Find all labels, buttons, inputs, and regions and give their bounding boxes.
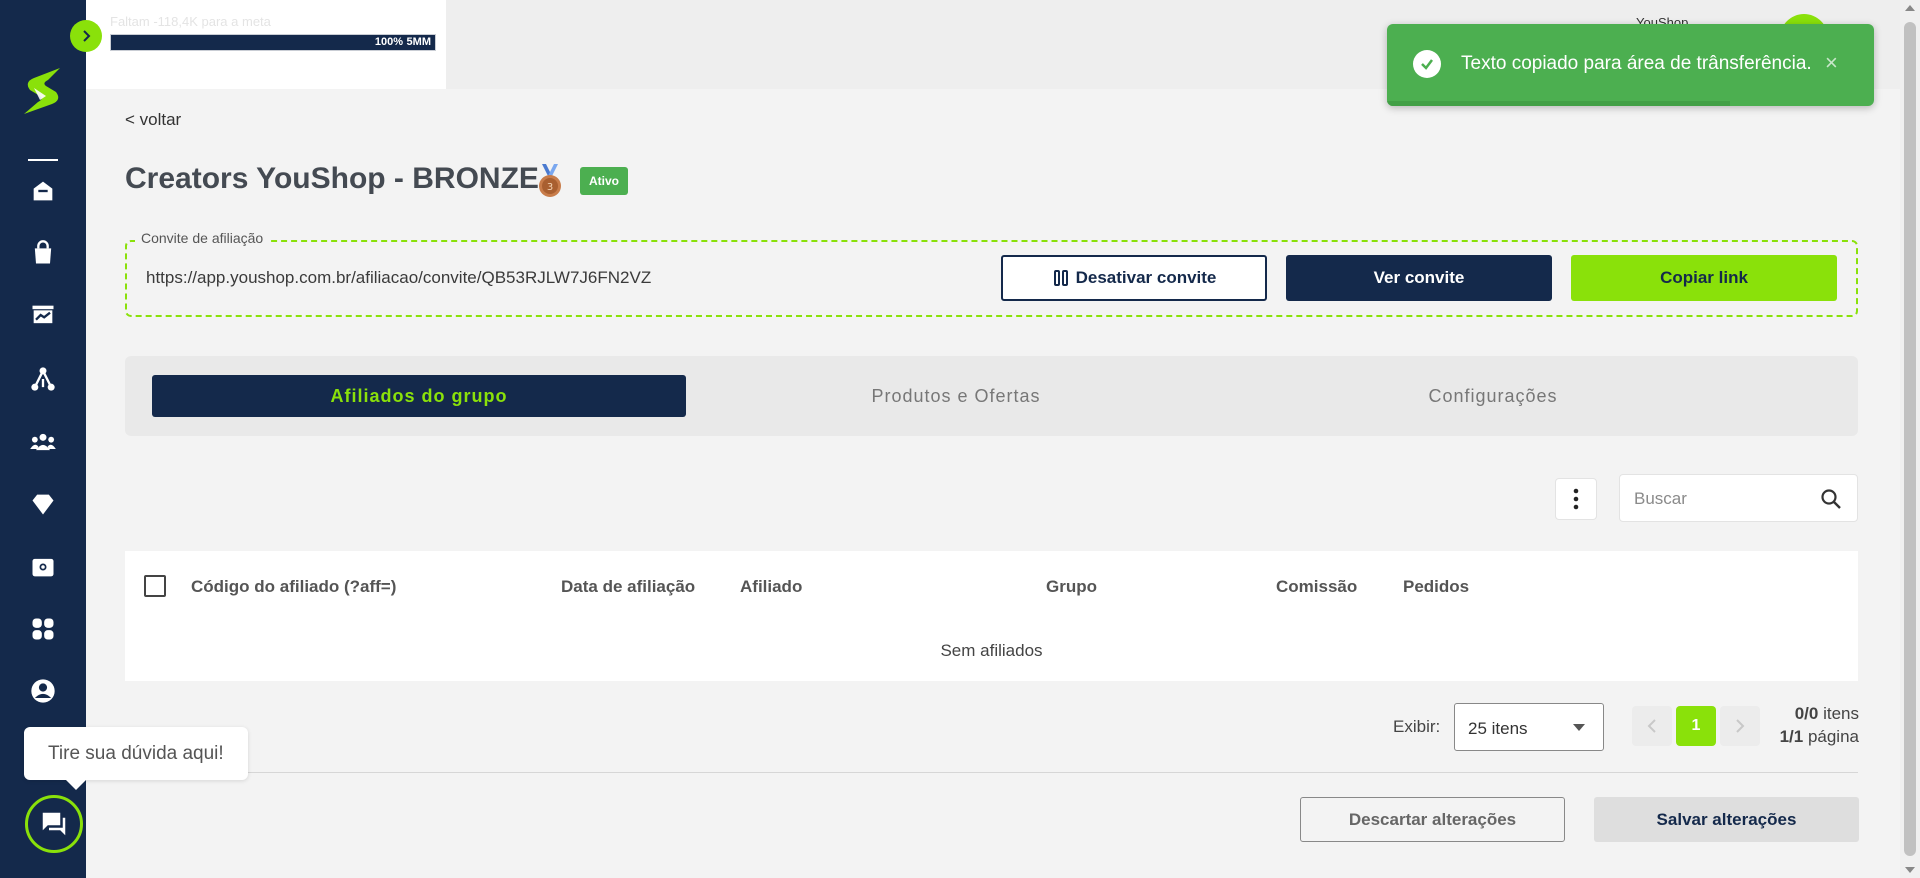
scroll-up-icon[interactable] [1905, 5, 1915, 11]
affiliates-table: Código do afiliado (?aff=) Data de afili… [125, 551, 1858, 681]
status-badge: Ativo [580, 167, 628, 195]
chat-button[interactable] [25, 795, 83, 853]
page-button-current[interactable]: 1 [1676, 706, 1716, 746]
kebab-menu-icon [1573, 488, 1579, 510]
help-bubble[interactable]: Tire sua dúvida aqui! [24, 727, 248, 790]
check-circle-icon [1413, 50, 1441, 78]
more-options-button[interactable] [1555, 478, 1597, 520]
tab-products-offers[interactable]: Produtos e Ofertas [689, 375, 1223, 417]
goal-percent: 100% [374, 36, 403, 48]
sales-goal-widget: Faltam -118,4K para a meta 100% 5MM [86, 0, 446, 89]
deactivate-invite-label: Desativar convite [1075, 268, 1217, 287]
shopping-bag-icon[interactable] [26, 236, 60, 270]
column-header[interactable]: Código do afiliado (?aff=) [191, 577, 396, 597]
pages-count: 1/1 página [1780, 727, 1859, 747]
sidebar-expand-button[interactable] [70, 20, 102, 52]
bronze-medal-icon: 3 [539, 164, 561, 197]
scroll-thumb[interactable] [1904, 22, 1916, 856]
caret-down-icon [1573, 724, 1585, 731]
select-all-checkbox[interactable] [144, 575, 166, 597]
goal-progress-bar: 100% 5MM [110, 34, 436, 51]
items-count-label: itens [1823, 704, 1859, 723]
search-box [1619, 474, 1858, 522]
page-size-value: 25 itens [1468, 719, 1528, 738]
view-invite-label: Ver convite [1373, 268, 1465, 287]
prev-page-button[interactable] [1632, 706, 1672, 746]
discard-changes-button[interactable]: Descartar alterações [1300, 797, 1565, 842]
items-count: 0/0 itens [1795, 704, 1859, 724]
page-size-label: Exibir: [1393, 717, 1441, 736]
empty-table-message: Sem afiliados [940, 641, 1043, 660]
invite-url: https://app.youshop.com.br/afiliacao/con… [146, 268, 652, 287]
footer-divider [125, 772, 1858, 773]
tab-settings[interactable]: Configurações [1226, 375, 1760, 417]
column-header[interactable]: Grupo [1046, 577, 1097, 597]
invite-legend: Convite de afiliação [135, 230, 270, 246]
back-link[interactable]: < voltar [125, 110, 181, 130]
pages-count-value: 1/1 [1779, 727, 1804, 746]
tab-affiliates[interactable]: Afiliados do grupo [152, 375, 686, 417]
account-icon[interactable] [26, 674, 60, 708]
copy-link-button[interactable]: Copiar link [1571, 255, 1837, 301]
view-invite-button[interactable]: Ver convite [1286, 255, 1552, 301]
sidebar-divider [28, 159, 58, 161]
chevron-left-icon [1647, 719, 1656, 733]
chevron-right-icon [1736, 719, 1745, 733]
goal-text: Faltam -118,4K para a meta [110, 14, 271, 29]
copy-link-label: Copiar link [1660, 268, 1748, 287]
save-changes-button[interactable]: Salvar alterações [1594, 797, 1859, 842]
apps-icon[interactable] [26, 612, 60, 646]
column-header[interactable]: Data de afiliação [561, 577, 695, 597]
close-icon[interactable]: × [1825, 50, 1838, 76]
toast-message: Texto copiado para área de trânsferência… [1461, 53, 1812, 74]
success-toast: Texto copiado para área de trânsferência… [1387, 24, 1874, 106]
pause-icon [1053, 270, 1068, 286]
wallet-icon[interactable] [26, 550, 60, 584]
tab-bar: Afiliados do grupo Produtos e Ofertas Co… [125, 356, 1858, 436]
svg-text:3: 3 [547, 182, 553, 193]
goal-target: 5MM [406, 36, 431, 48]
scroll-down-icon[interactable] [1905, 867, 1915, 873]
next-page-button[interactable] [1720, 706, 1760, 746]
chat-icon [42, 812, 66, 836]
affiliates-network-icon[interactable] [26, 362, 60, 396]
page-scrollbar[interactable] [1900, 0, 1920, 878]
items-count-value: 0/0 [1794, 704, 1819, 723]
toast-timer-bar [1387, 101, 1730, 106]
diamond-icon[interactable] [26, 487, 60, 521]
column-header[interactable]: Comissão [1276, 577, 1357, 597]
search-icon[interactable] [1819, 487, 1843, 511]
page-title: Creators YouShop - BRONZE [125, 162, 539, 195]
dashboard-icon[interactable] [26, 298, 60, 332]
page-size-select[interactable]: 25 itens [1454, 703, 1604, 751]
youshop-logo[interactable] [20, 66, 66, 116]
column-header[interactable]: Afiliado [740, 577, 802, 597]
users-group-icon[interactable] [26, 425, 60, 459]
chevron-right-icon [83, 30, 91, 42]
column-header[interactable]: Pedidos [1403, 577, 1469, 597]
search-input[interactable] [1634, 487, 1814, 511]
pages-count-label: página [1807, 727, 1859, 746]
deactivate-invite-button[interactable]: Desativar convite [1001, 255, 1267, 301]
home-icon[interactable] [26, 174, 60, 208]
